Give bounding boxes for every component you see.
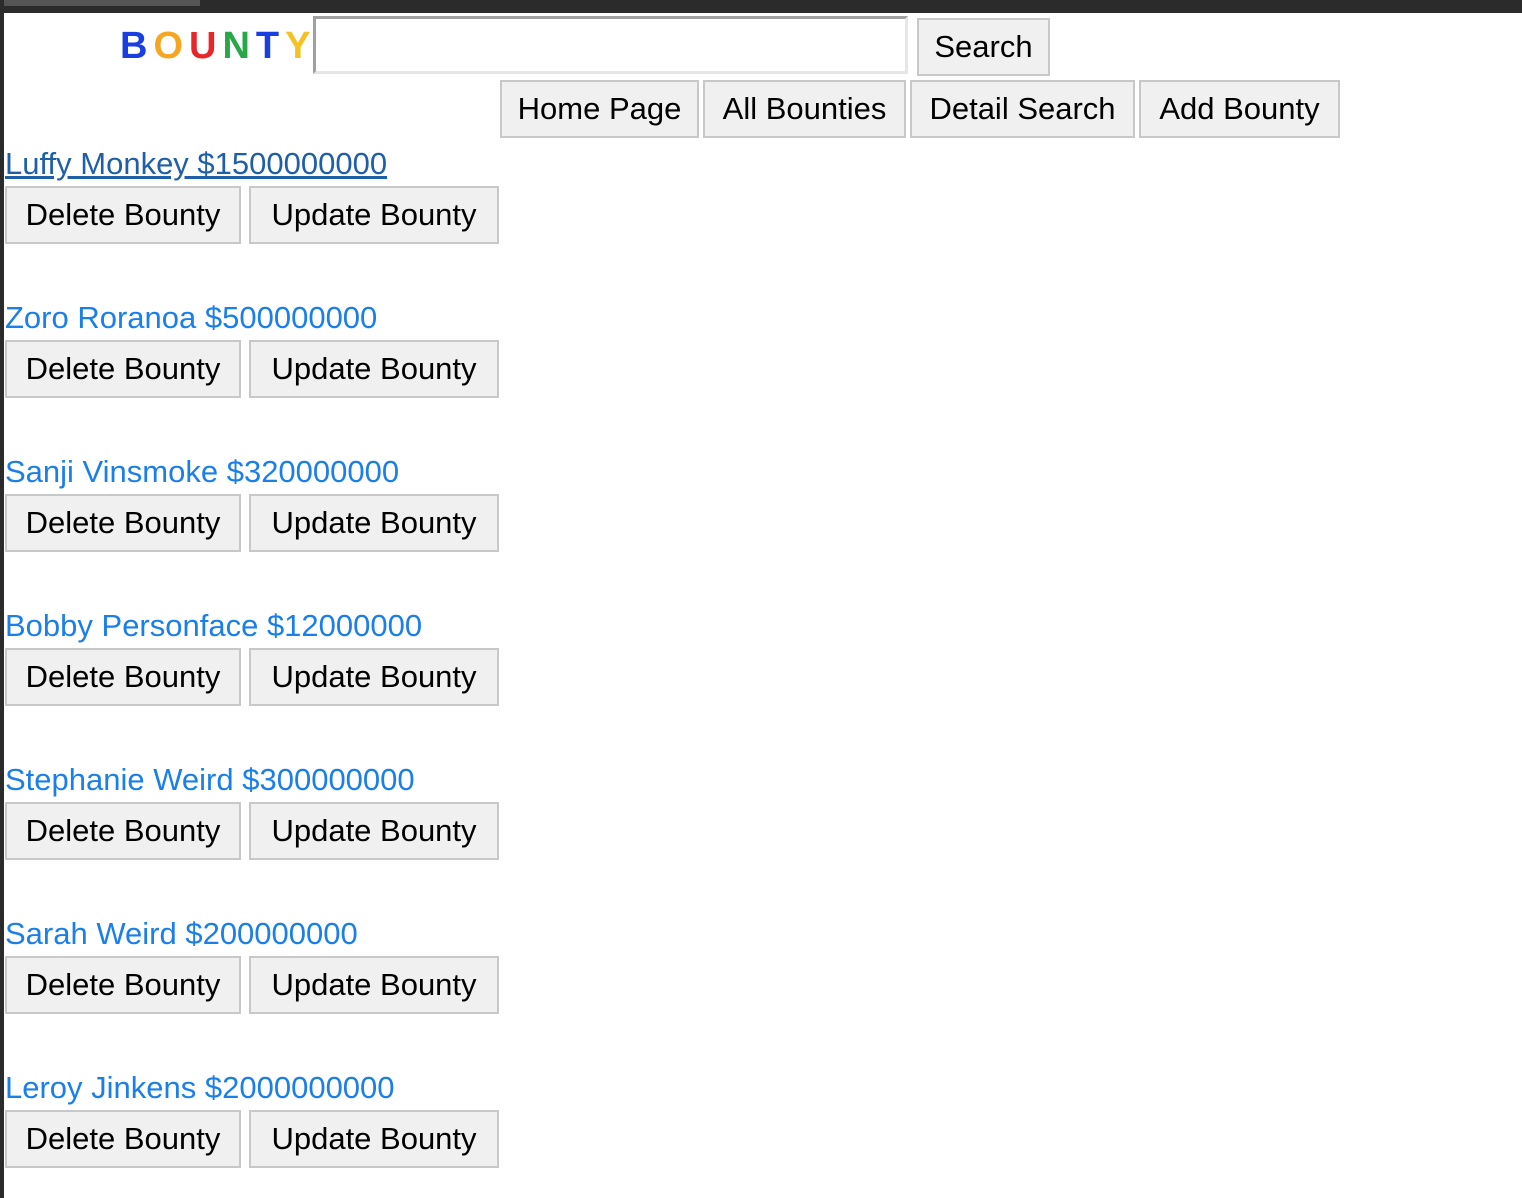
bounty-link[interactable]: Leroy Jinkens $2000000000	[5, 1070, 395, 1106]
bounty-item: Leroy Jinkens $2000000000 Delete Bounty …	[5, 1070, 605, 1180]
logo-letter: B	[120, 25, 154, 67]
delete-bounty-button[interactable]: Delete Bounty	[5, 956, 241, 1014]
nav-home-page-button[interactable]: Home Page	[500, 80, 699, 138]
update-bounty-button[interactable]: Update Bounty	[249, 802, 499, 860]
search-button[interactable]: Search	[917, 18, 1050, 76]
bounty-item: Luffy Monkey $1500000000 Delete Bounty U…	[5, 146, 605, 256]
update-bounty-button[interactable]: Update Bounty	[249, 648, 499, 706]
bounty-logo: BOUNTY	[120, 24, 317, 68]
update-bounty-button[interactable]: Update Bounty	[249, 494, 499, 552]
bounty-link[interactable]: Bobby Personface $12000000	[5, 608, 422, 644]
delete-bounty-button[interactable]: Delete Bounty	[5, 494, 241, 552]
delete-bounty-button[interactable]: Delete Bounty	[5, 648, 241, 706]
bounty-link[interactable]: Sarah Weird $200000000	[5, 916, 358, 952]
bounty-link[interactable]: Stephanie Weird $300000000	[5, 762, 415, 798]
delete-bounty-button[interactable]: Delete Bounty	[5, 1110, 241, 1168]
nav-detail-search-button[interactable]: Detail Search	[910, 80, 1135, 138]
update-bounty-button[interactable]: Update Bounty	[249, 186, 499, 244]
bounty-link[interactable]: Luffy Monkey $1500000000	[5, 146, 387, 182]
update-bounty-button[interactable]: Update Bounty	[249, 340, 499, 398]
delete-bounty-button[interactable]: Delete Bounty	[5, 186, 241, 244]
search-input[interactable]	[313, 16, 908, 74]
update-bounty-button[interactable]: Update Bounty	[249, 956, 499, 1014]
logo-letter: Y	[285, 25, 317, 67]
window-top-bar	[0, 0, 1522, 13]
logo-letter: U	[189, 25, 223, 67]
bounty-item: Sarah Weird $200000000 Delete Bounty Upd…	[5, 916, 605, 1026]
delete-bounty-button[interactable]: Delete Bounty	[5, 340, 241, 398]
bounty-link[interactable]: Zoro Roranoa $500000000	[5, 300, 377, 336]
logo-letter: N	[222, 25, 256, 67]
logo-letter: O	[153, 25, 190, 67]
bounty-link[interactable]: Sanji Vinsmoke $320000000	[5, 454, 399, 490]
delete-bounty-button[interactable]: Delete Bounty	[5, 802, 241, 860]
nav-all-bounties-button[interactable]: All Bounties	[703, 80, 906, 138]
window-tab	[0, 0, 200, 6]
nav-add-bounty-button[interactable]: Add Bounty	[1139, 80, 1340, 138]
logo-letter: T	[255, 25, 286, 67]
bounty-item: Bobby Personface $12000000 Delete Bounty…	[5, 608, 605, 718]
bounty-item: Stephanie Weird $300000000 Delete Bounty…	[5, 762, 605, 872]
bounty-item: Zoro Roranoa $500000000 Delete Bounty Up…	[5, 300, 605, 410]
bounty-item: Sanji Vinsmoke $320000000 Delete Bounty …	[5, 454, 605, 564]
update-bounty-button[interactable]: Update Bounty	[249, 1110, 499, 1168]
window-left-edge	[0, 0, 4, 1198]
